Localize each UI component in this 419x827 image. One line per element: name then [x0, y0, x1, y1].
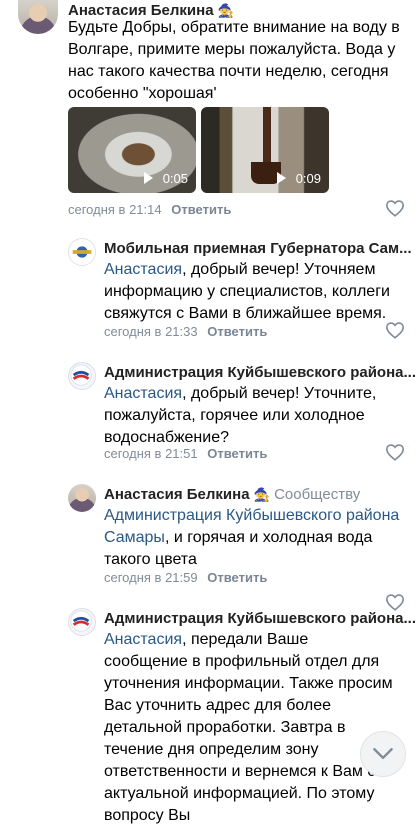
comment-time: сегодня в 21:33	[104, 324, 198, 339]
video-thumbnail-2[interactable]: 0:09	[201, 107, 329, 193]
avatar[interactable]	[68, 484, 96, 512]
reply-button[interactable]: Ответить	[171, 202, 231, 217]
heart-icon[interactable]	[385, 199, 405, 217]
avatar[interactable]	[18, 0, 58, 34]
comment-meta: сегодня в 21:33 Ответить	[104, 324, 267, 339]
reply-target: Сообществу	[274, 486, 361, 503]
comment-text: Анастасия, добрый вечер! Уточняем информ…	[104, 261, 390, 322]
mention-link[interactable]: Анастасия	[104, 261, 182, 278]
flag-emblem-icon	[70, 364, 92, 386]
mention-link[interactable]: Анастасия	[104, 385, 182, 402]
comment-author[interactable]: Анастасия Белкина 🧙 Сообществу	[104, 486, 360, 503]
video-duration: 0:05	[162, 171, 188, 186]
video-duration: 0:09	[295, 171, 321, 186]
comment-3: Администрация Куйбышевского районa... Ан…	[0, 352, 419, 467]
comment-4: Анастасия Белкина 🧙 Сообществу Администр…	[0, 480, 419, 611]
heart-icon[interactable]	[385, 321, 405, 339]
avatar[interactable]	[68, 608, 96, 636]
comment-2: Мобильная приемная Губернатора Сам... Ан…	[0, 232, 419, 347]
comment-text: Анастасия, передали Ваше сообщение в про…	[104, 631, 393, 824]
comment-5: Администрация Куйбышевского районa... Ан…	[0, 604, 419, 824]
comment-text: Анастасия, добрый вечер! Уточните, пожал…	[104, 385, 377, 446]
comment-text: Будьте Добры, обратите внимание на воду …	[68, 19, 400, 102]
comment-meta: сегодня в 21:59 Ответить	[104, 570, 267, 585]
heart-icon[interactable]	[385, 443, 405, 461]
video-thumbnail-1[interactable]: 0:05	[68, 107, 196, 193]
flag-emblem-icon	[70, 610, 92, 632]
reply-button[interactable]: Ответить	[207, 570, 267, 585]
avatar[interactable]	[68, 238, 96, 266]
mention-link[interactable]: Анастасия	[104, 631, 182, 648]
video-frame-detail	[263, 107, 271, 167]
comment-text: Администрация Куйбышевского района Самар…	[104, 507, 400, 568]
comment-meta: сегодня в 21:14 Ответить	[68, 202, 231, 217]
witch-hat-emoji-icon: 🧙	[253, 487, 270, 502]
avatar[interactable]	[68, 362, 96, 390]
reply-button[interactable]: Ответить	[207, 446, 267, 461]
comment-time: сегодня в 21:51	[104, 446, 198, 461]
chevron-down-icon	[373, 748, 393, 760]
play-icon	[144, 172, 153, 184]
comment-time: сегодня в 21:59	[104, 570, 198, 585]
comment-time: сегодня в 21:14	[68, 202, 162, 217]
play-icon	[277, 172, 286, 184]
comment-meta: сегодня в 21:51 Ответить	[104, 446, 267, 461]
reply-button[interactable]: Ответить	[207, 324, 267, 339]
witch-hat-emoji-icon: 🧙	[217, 3, 234, 18]
comment-author[interactable]: Администрация Куйбышевского районa...	[104, 610, 416, 627]
comment-author[interactable]: Мобильная приемная Губернатора Сам...	[104, 240, 412, 257]
comment-1: Анастасия Белкина 🧙 Будьте Добры, обрати…	[0, 0, 419, 225]
scroll-down-button[interactable]	[360, 731, 406, 777]
coat-of-arms-icon	[72, 246, 92, 258]
comment-author[interactable]: Администрация Куйбышевского районa...	[104, 364, 416, 381]
